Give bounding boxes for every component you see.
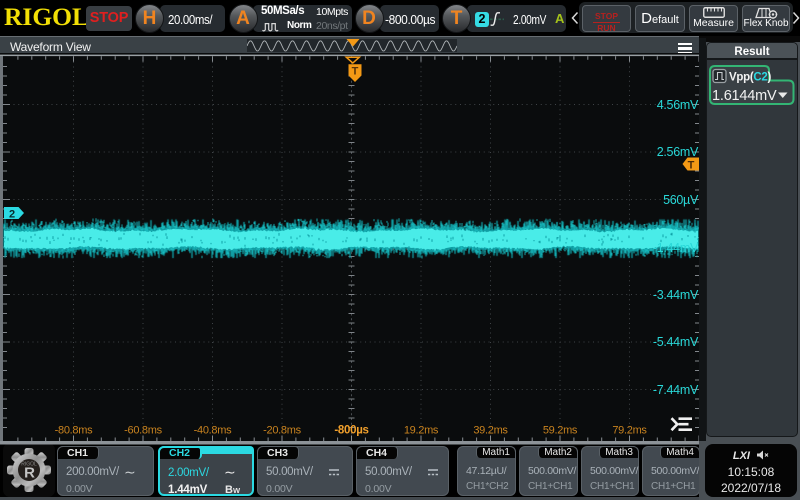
svg-text:Vpp(C2): Vpp(C2) [729, 72, 771, 84]
svg-text:-80.8ms: -80.8ms [55, 425, 93, 437]
svg-text:-7.44mV: -7.44mV [653, 383, 699, 397]
svg-text:-20.8ms: -20.8ms [263, 425, 301, 437]
svg-text:-800µs: -800µs [334, 425, 368, 437]
svg-text:-1.44mV: -1.44mV [653, 241, 699, 255]
svg-text:-3.44mV: -3.44mV [653, 288, 699, 302]
svg-text:1.6144mV: 1.6144mV [712, 88, 777, 104]
svg-text:39.2ms: 39.2ms [473, 425, 508, 437]
svg-text:79.2ms: 79.2ms [612, 425, 647, 437]
svg-text:-60.8ms: -60.8ms [124, 425, 162, 437]
svg-text:T: T [352, 66, 359, 78]
svg-text:19.2ms: 19.2ms [404, 425, 439, 437]
svg-text:59.2ms: 59.2ms [543, 425, 578, 437]
svg-text:T: T [688, 160, 695, 172]
svg-text:2: 2 [9, 209, 15, 221]
svg-text:-40.8ms: -40.8ms [194, 425, 232, 437]
svg-text:560µV: 560µV [663, 193, 699, 207]
svg-text:2.56mV: 2.56mV [657, 145, 699, 159]
svg-text:4.56mV: 4.56mV [657, 98, 699, 112]
svg-text:RIGOL: RIGOL [21, 462, 37, 468]
svg-text:-5.44mV: -5.44mV [653, 335, 699, 349]
